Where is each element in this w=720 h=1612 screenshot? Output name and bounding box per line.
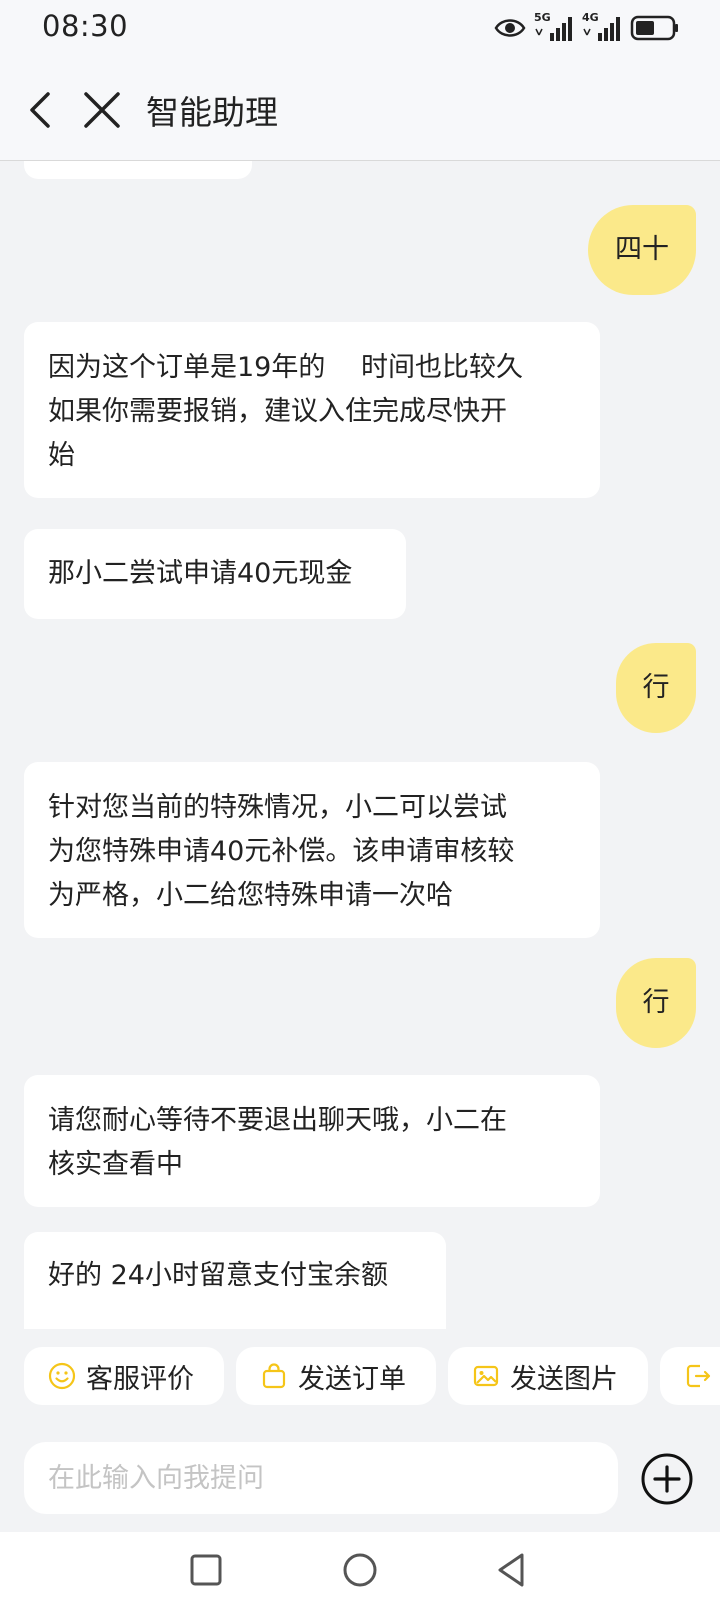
plus-circle-icon[interactable]: [640, 1452, 694, 1506]
signal-5g-icon: 5G: [534, 11, 574, 43]
chevron-left-icon[interactable]: [20, 88, 64, 132]
message-text: 行: [642, 987, 670, 1018]
message-input[interactable]: [24, 1442, 618, 1514]
message-line: 核实查看中: [48, 1149, 183, 1180]
battery-icon: [630, 15, 678, 41]
header: 智能助理: [0, 58, 720, 161]
chat-area[interactable]: 四十 因为这个订单是19年的 时间也比较久 如果你需要报销，建议入住完成尽快开 …: [0, 161, 720, 1329]
message-text: 那小二尝试申请40元现金: [48, 558, 353, 589]
user-message-bubble: 行: [616, 643, 696, 733]
message-line: 为您特殊申请40元补偿。该申请审核较: [48, 836, 515, 867]
message-line: 始: [48, 440, 75, 471]
home-icon[interactable]: [340, 1550, 380, 1590]
message-line: 针对您当前的特殊情况，小二可以尝试: [48, 792, 507, 823]
image-icon: [473, 1365, 499, 1387]
exit-chat-button[interactable]: [660, 1347, 720, 1405]
message-text: 好的 24小时留意支付宝余额: [48, 1260, 388, 1291]
quick-actions-bar: 客服评价 发送订单 发送图片: [0, 1329, 720, 1409]
user-message-bubble: 行: [616, 958, 696, 1048]
message-text: 行: [642, 672, 670, 703]
message-line: 请您耐心等待不要退出聊天哦，小二在: [48, 1105, 507, 1136]
exit-icon: [686, 1364, 711, 1388]
input-row: [0, 1420, 720, 1530]
signal-4g-icon: 4G: [582, 11, 622, 43]
chip-label: 客服评价: [86, 1363, 194, 1395]
back-triangle-icon[interactable]: [492, 1550, 532, 1590]
system-nav-bar: [0, 1532, 720, 1612]
user-message-bubble: 四十: [588, 205, 696, 295]
agent-message-bubble: [24, 161, 252, 179]
eye-icon: [494, 19, 526, 37]
send-order-button[interactable]: 发送订单: [236, 1347, 436, 1405]
chip-label: 发送图片: [510, 1363, 618, 1395]
status-bar: 08:30 5G 4G: [0, 0, 720, 58]
status-time: 08:30: [42, 9, 129, 43]
page-title: 智能助理: [146, 93, 278, 132]
chip-label: 发送订单: [298, 1363, 406, 1395]
agent-message-bubble: 针对您当前的特殊情况，小二可以尝试 为您特殊申请40元补偿。该申请审核较 为严格…: [24, 762, 600, 938]
close-icon[interactable]: [80, 88, 124, 132]
rate-service-button[interactable]: 客服评价: [24, 1347, 224, 1405]
shopping-bag-icon: [262, 1363, 286, 1389]
send-image-button[interactable]: 发送图片: [448, 1347, 648, 1405]
agent-message-bubble: 那小二尝试申请40元现金: [24, 529, 406, 619]
smiley-icon: [48, 1362, 76, 1390]
agent-message-bubble: 好的 24小时留意支付宝余额: [24, 1232, 446, 1329]
message-line: 为严格，小二给您特殊申请一次哈: [48, 880, 453, 911]
message-text: 四十: [615, 234, 669, 265]
message-line: 因为这个订单是19年的 时间也比较久: [48, 352, 523, 383]
status-icons: 5G 4G: [494, 10, 680, 46]
agent-message-bubble: 因为这个订单是19年的 时间也比较久 如果你需要报销，建议入住完成尽快开 始: [24, 322, 600, 498]
agent-message-bubble: 请您耐心等待不要退出聊天哦，小二在 核实查看中: [24, 1075, 600, 1207]
recent-apps-icon[interactable]: [186, 1550, 226, 1590]
message-line: 如果你需要报销，建议入住完成尽快开: [48, 396, 507, 427]
